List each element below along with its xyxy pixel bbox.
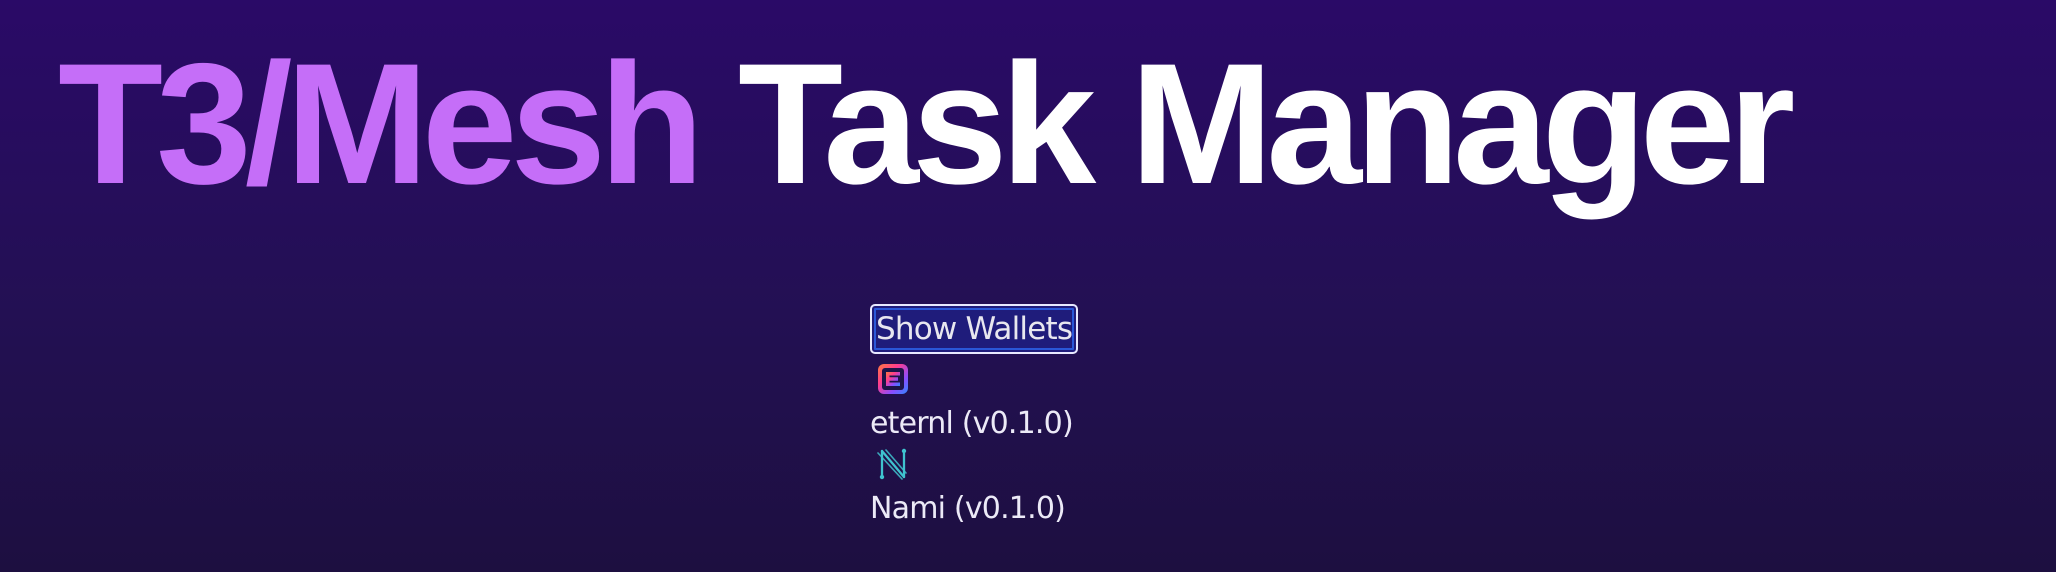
wallet-item-nami[interactable]: Nami (v0.1.0) — [870, 447, 1130, 526]
show-wallets-button[interactable]: Show Wallets — [870, 304, 1079, 354]
page-title: T3/Mesh Task Manager — [58, 38, 1795, 210]
eternl-icon — [870, 362, 1130, 396]
page-title-rest: Task Manager — [737, 28, 1795, 220]
wallet-panel: Show Wallets eternl (v0.1.0) Nami (v0.1.… — [870, 304, 1130, 526]
wallet-item-eternl[interactable]: eternl (v0.1.0) — [870, 362, 1130, 441]
nami-icon — [870, 447, 1130, 481]
wallet-label: Nami (v0.1.0) — [870, 491, 1066, 526]
page-title-accent: T3/Mesh — [58, 28, 704, 220]
wallet-label: eternl (v0.1.0) — [870, 406, 1074, 441]
